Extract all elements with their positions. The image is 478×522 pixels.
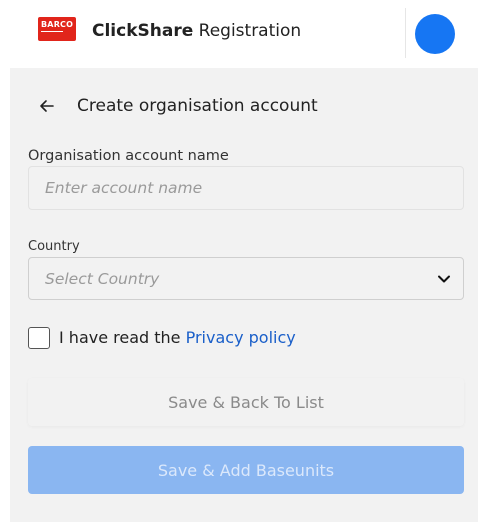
save-add-baseunits-button[interactable]: Save & Add Baseunits (28, 446, 464, 494)
header-divider (405, 8, 406, 58)
privacy-checkbox[interactable] (28, 327, 50, 349)
barco-logo: BARCO (38, 17, 76, 41)
privacy-text: I have read the (59, 328, 186, 347)
app-title: ClickShare Registration (92, 20, 301, 42)
privacy-checkbox-label: I have read the Privacy policy (59, 327, 296, 349)
app-title-brand: ClickShare (92, 21, 194, 41)
arrow-left-icon[interactable] (38, 97, 56, 115)
privacy-policy-link[interactable]: Privacy policy (186, 328, 296, 347)
org-name-input[interactable] (28, 166, 464, 210)
logo-underline (41, 31, 63, 32)
app-title-suffix: Registration (193, 21, 302, 41)
app-header: BARCO ClickShare Registration (0, 0, 478, 68)
country-label: Country (28, 239, 80, 254)
country-select-value: Select Country (45, 270, 160, 288)
save-back-to-list-button[interactable]: Save & Back To List (28, 378, 464, 426)
chevron-down-icon (438, 275, 450, 283)
country-select[interactable]: Select Country (28, 257, 464, 300)
logo-text: BARCO (41, 20, 74, 29)
org-name-label: Organisation account name (28, 148, 229, 164)
page-title: Create organisation account (77, 96, 318, 116)
back-button[interactable] (38, 94, 56, 118)
avatar[interactable] (415, 14, 455, 54)
